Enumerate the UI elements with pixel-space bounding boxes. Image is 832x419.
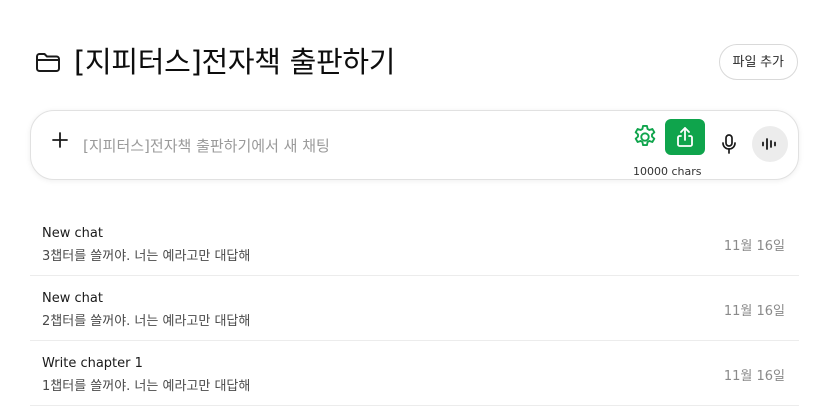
chat-list-item[interactable]: New chat 3챕터를 쓸꺼야. 너는 예라고만 대답해 11월 16일	[30, 211, 799, 276]
add-file-button[interactable]: 파일 추가	[718, 44, 798, 80]
chat-preview: 3챕터를 쓸꺼야. 너는 예라고만 대답해	[42, 249, 251, 264]
page-title: [지피터스]전자책 출판하기	[74, 45, 396, 79]
chat-preview: 1챕터를 쓸꺼야. 너는 예라고만 대답해	[42, 379, 251, 394]
share-icon[interactable]	[665, 119, 705, 155]
folder-icon	[34, 48, 62, 76]
mic-icon[interactable]	[719, 133, 739, 155]
chat-date: 11월 16일	[723, 369, 785, 384]
chat-date: 11월 16일	[723, 239, 785, 254]
chat-date: 11월 16일	[723, 304, 785, 319]
chat-title: New chat	[42, 291, 103, 306]
chars-count-label: 10000 chars	[633, 165, 702, 178]
chat-list-item[interactable]: New chat 2챕터를 쓸꺼야. 너는 예라고만 대답해 11월 16일	[30, 276, 799, 341]
chat-preview: 2챕터를 쓸꺼야. 너는 예라고만 대답해	[42, 314, 251, 329]
gear-icon[interactable]	[631, 123, 659, 151]
chat-title: Write chapter 1	[42, 356, 143, 371]
plus-icon[interactable]	[48, 128, 72, 152]
voice-waveform-icon[interactable]	[752, 126, 788, 162]
chat-list-item[interactable]: Write chapter 1 1챕터를 쓸꺼야. 너는 예라고만 대답해 11…	[30, 341, 799, 406]
chat-composer: 10000 chars	[30, 110, 799, 180]
chat-input[interactable]	[83, 134, 623, 158]
chat-title: New chat	[42, 226, 103, 241]
chat-list: New chat 3챕터를 쓸꺼야. 너는 예라고만 대답해 11월 16일 N…	[30, 211, 799, 406]
project-header: [지피터스]전자책 출판하기 파일 추가	[34, 42, 798, 82]
